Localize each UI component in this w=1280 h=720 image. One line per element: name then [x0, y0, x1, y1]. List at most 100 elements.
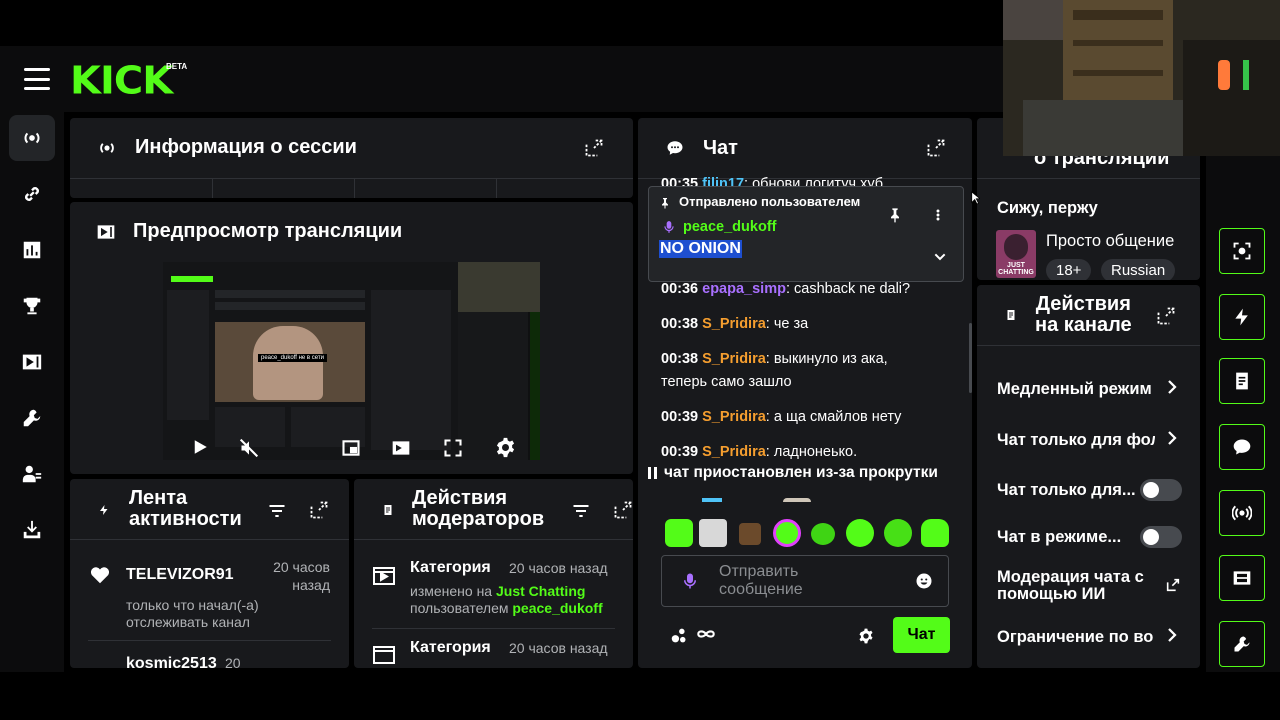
notes-button[interactable]	[1219, 358, 1265, 404]
emote-cat-icon[interactable]	[699, 519, 727, 547]
sidebar-item-achievements[interactable]	[9, 283, 55, 329]
followers-only-row[interactable]: Чат только для фол	[997, 431, 1155, 450]
chat-username[interactable]: S_Pridira	[702, 409, 766, 425]
sidebar-item-tools[interactable]	[9, 395, 55, 441]
pinned-user[interactable]: peace_dukoff	[683, 219, 776, 235]
sidebar-item-analytics[interactable]	[9, 227, 55, 273]
chevron-right-icon[interactable]	[1163, 624, 1181, 652]
popout-icon[interactable]	[584, 138, 604, 158]
play-icon[interactable]	[191, 438, 209, 460]
activity-user[interactable]: kosmic2513	[126, 655, 217, 668]
popout-icon[interactable]	[309, 500, 329, 525]
unpin-icon[interactable]	[887, 207, 903, 228]
theater-icon[interactable]	[391, 438, 411, 460]
emote-frog-icon[interactable]	[884, 519, 912, 547]
send-chat-button[interactable]: Чат	[893, 617, 950, 653]
document-icon	[1236, 372, 1248, 390]
slow-mode-row[interactable]: Медленный режим	[997, 380, 1157, 399]
activity-user[interactable]: TELEVIZOR91	[126, 566, 234, 584]
fullscreen-icon[interactable]	[443, 438, 463, 460]
mod-actions-title-line1: Действия	[412, 487, 508, 509]
external-link-icon[interactable]	[1165, 577, 1181, 598]
emote-angel-icon[interactable]	[665, 519, 693, 547]
category-thumbnail[interactable]: JUST CHATTING	[996, 230, 1036, 278]
chat-input[interactable]: Отправить сообщение	[661, 555, 949, 607]
broadcast-button[interactable]	[1219, 490, 1265, 536]
chat-paused-notice[interactable]: чат приостановлен из-за прокрутки	[648, 464, 938, 482]
chat-message: 00:38 S_Pridira: выкинуло из ака, теперь …	[661, 351, 888, 390]
video-icon	[372, 564, 396, 593]
more-icon[interactable]	[936, 208, 940, 227]
video-camera-icon	[1233, 571, 1251, 585]
download-icon	[23, 520, 41, 539]
tools-button[interactable]	[1219, 621, 1265, 667]
stream-category[interactable]: Просто общение	[1046, 232, 1174, 251]
chat-settings-icon[interactable]	[858, 628, 874, 649]
subscribers-only-toggle[interactable]	[1140, 479, 1182, 501]
sidebar-item-broadcast[interactable]	[9, 115, 55, 161]
emote-glasses-icon[interactable]	[773, 519, 801, 547]
mod-action-user[interactable]: peace_dukoff	[512, 600, 602, 616]
emoji-icon[interactable]	[915, 572, 933, 595]
sidebar-item-community[interactable]	[9, 451, 55, 497]
raid-button[interactable]	[1219, 294, 1265, 340]
chevron-down-icon[interactable]	[932, 249, 948, 270]
chat-username[interactable]: S_Pridira	[702, 444, 766, 460]
stream-preview-panel: Предпросмотр трансляции peace_dukoff не …	[70, 202, 633, 474]
popout-icon[interactable]	[926, 138, 946, 163]
wrench-icon	[23, 409, 41, 427]
mod-action-label: Категория	[410, 639, 491, 656]
sidebar-item-links[interactable]	[9, 171, 55, 217]
category-thumb-label-2: CHATTING	[998, 269, 1034, 276]
ai-moderation-row[interactable]: Модерация чата с помощью ИИ	[997, 569, 1144, 603]
filter-icon[interactable]	[267, 501, 287, 526]
sidebar-item-downloads[interactable]	[9, 507, 55, 553]
link-icon	[25, 187, 39, 201]
restrictions-row[interactable]: Ограничение по во	[997, 628, 1155, 647]
wrench-icon	[1234, 636, 1250, 652]
filter-icon[interactable]	[571, 501, 591, 526]
chevron-right-icon[interactable]	[1163, 427, 1181, 455]
pinned-message[interactable]: Отправлено пользователем peace_dukoff NO…	[648, 186, 964, 282]
settings-icon[interactable]	[495, 437, 516, 460]
pip-icon[interactable]	[341, 438, 361, 460]
pin-icon	[659, 196, 671, 214]
clip-button[interactable]	[1219, 228, 1265, 274]
chat-username[interactable]: epapa_simp	[702, 281, 786, 297]
document-icon	[382, 503, 394, 521]
chat-title: Чат	[703, 137, 738, 159]
microphone-icon[interactable]	[681, 570, 699, 597]
preview-video[interactable]: peace_dukoff не в сети	[163, 262, 540, 460]
activity-text-2: отслеживать канал	[126, 614, 250, 630]
stream-tag[interactable]: 18+	[1046, 259, 1092, 280]
sidebar-item-videos[interactable]	[9, 339, 55, 385]
emote-mode-toggle[interactable]	[1140, 526, 1182, 548]
mod-action-category[interactable]: Just Chatting	[496, 583, 585, 599]
channel-actions-panel: Действия на канале	[977, 285, 1200, 668]
stream-tag[interactable]: Russian	[1101, 259, 1176, 280]
cursor-icon	[971, 191, 982, 210]
emote-smile-icon[interactable]	[811, 523, 835, 545]
left-sidebar	[0, 112, 64, 672]
emote-headphones-icon[interactable]	[846, 519, 874, 547]
lightning-icon	[98, 503, 110, 521]
points-icon[interactable]	[669, 625, 691, 652]
microphone-icon	[662, 218, 676, 241]
lightning-icon	[1235, 308, 1248, 326]
chevron-right-icon[interactable]	[1163, 376, 1181, 404]
menu-icon[interactable]	[24, 68, 50, 90]
kick-logo[interactable]: KICK	[70, 59, 173, 103]
chat-username[interactable]: S_Pridira	[702, 351, 766, 367]
video-icon	[96, 222, 116, 242]
chat-username[interactable]: S_Pridira	[702, 316, 766, 332]
chat-button[interactable]	[1219, 424, 1265, 470]
chat-scrollbar[interactable]	[969, 323, 972, 393]
channel-actions-title-line1: Действия	[1035, 293, 1131, 315]
broadcast-icon	[96, 137, 118, 159]
emote-blob-icon[interactable]	[921, 519, 949, 547]
popout-icon[interactable]	[1156, 306, 1176, 331]
popout-icon[interactable]	[613, 500, 633, 525]
stream-setup-button[interactable]	[1219, 555, 1265, 601]
emote-box-icon[interactable]	[739, 523, 761, 545]
mute-icon[interactable]	[239, 438, 259, 460]
